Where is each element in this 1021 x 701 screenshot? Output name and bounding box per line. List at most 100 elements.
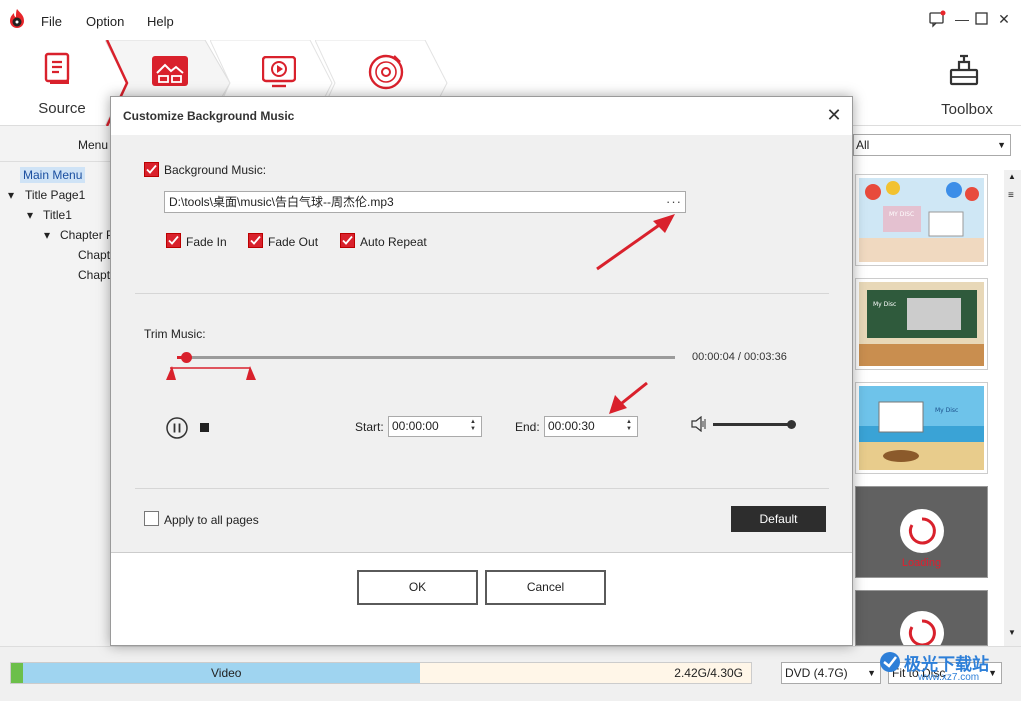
scroll-up-icon[interactable]: ▲: [1008, 172, 1016, 181]
ok-button[interactable]: OK: [357, 570, 478, 605]
music-file-path-value: D:\tools\桌面\music\告白气球--周杰伦.mp3: [169, 195, 394, 209]
pause-icon[interactable]: [166, 417, 188, 439]
cancel-button[interactable]: Cancel: [485, 570, 606, 605]
end-time-input[interactable]: 00:00:30 ▲ ▼: [544, 416, 638, 437]
check-icon: [146, 164, 157, 174]
start-label: Start:: [355, 420, 384, 434]
loading-spinner-icon: [900, 509, 944, 553]
feedback-icon[interactable]: [928, 10, 946, 28]
burn-icon: [368, 54, 404, 90]
default-button[interactable]: Default: [731, 506, 826, 532]
app-titlebar: File Option Help — ✕: [0, 0, 1021, 40]
template-filter-select[interactable]: All ▼: [853, 134, 1011, 156]
disc-type-value: DVD (4.7G): [785, 666, 848, 680]
menu-help[interactable]: Help: [147, 14, 174, 29]
start-time-value: 00:00:00: [392, 419, 439, 433]
toolbox-icon: [949, 54, 979, 86]
section-divider: [135, 488, 829, 489]
dialog-close-icon[interactable]: ✕: [825, 106, 843, 124]
annotation-arrow-icon: [609, 381, 648, 414]
window-close-icon[interactable]: ✕: [995, 10, 1013, 28]
template-loading-card: [855, 590, 988, 646]
chevron-down-icon: ▼: [997, 140, 1006, 150]
menu-tree-header-label: Menu: [78, 138, 109, 152]
chevron-down-icon: ▼: [867, 668, 876, 678]
source-icon: [44, 52, 70, 84]
watermark-logo-icon: [880, 652, 900, 672]
capacity-used-audio: [11, 663, 23, 683]
maximize-icon[interactable]: [973, 10, 991, 28]
time-readout: 00:00:04 / 00:03:36: [692, 351, 787, 363]
section-divider: [135, 293, 829, 294]
tree-item-title[interactable]: Title1: [43, 208, 72, 222]
menu-icon: [152, 56, 188, 86]
toolbox-label: Toolbox: [941, 101, 993, 118]
auto-repeat-checkbox[interactable]: [340, 233, 355, 248]
tree-item-chapter-sub[interactable]: Chapt: [78, 248, 110, 262]
template-thumb-classroom[interactable]: My Disc: [855, 278, 988, 370]
trim-timeline-track[interactable]: [177, 356, 675, 359]
classroom-thumbnail: My Disc: [859, 282, 984, 366]
template-panel: All ▼ MY DISC My Disc My Disc Loading ▲ …: [852, 126, 1021, 646]
annotation-arrow-icon: [596, 214, 675, 271]
template-thumb-birthday[interactable]: MY DISC: [855, 174, 988, 266]
thumbnail-text: My Disc: [873, 301, 896, 308]
check-icon: [250, 235, 261, 245]
fade-in-checkbox[interactable]: [166, 233, 181, 248]
birthday-thumbnail: MY DISC: [859, 178, 984, 262]
minimize-icon[interactable]: —: [953, 10, 971, 28]
background-music-dialog: Customize Background Music ✕ Background …: [110, 96, 853, 646]
template-thumb-beach[interactable]: My Disc: [855, 382, 988, 474]
auto-repeat-label: Auto Repeat: [360, 235, 427, 249]
tree-item-main-menu[interactable]: Main Menu: [20, 167, 86, 183]
fade-in-label: Fade In: [186, 235, 227, 249]
watermark-url: www.xz7.com: [918, 672, 980, 683]
end-label: End:: [515, 420, 540, 434]
template-scrollbar[interactable]: ▲ ≡ ▼: [1004, 170, 1021, 646]
end-time-value: 00:00:30: [548, 419, 595, 433]
dialog-footer: OK Cancel: [111, 552, 852, 645]
app-logo-icon: [10, 9, 24, 28]
volume-slider-knob[interactable]: [787, 420, 796, 429]
tree-expand-icon[interactable]: ▾: [27, 208, 33, 222]
capacity-size-label: 2.42G/4.30G: [674, 666, 743, 680]
toolbox-button[interactable]: Toolbox: [930, 40, 1010, 126]
loading-label: Loading: [901, 557, 942, 569]
dialog-title: Customize Background Music: [123, 109, 295, 123]
step-source-label: Source: [38, 100, 86, 117]
chevron-down-icon: ▼: [988, 668, 997, 678]
tree-item-chapter-sub[interactable]: Chapt: [78, 268, 110, 282]
trim-music-label: Trim Music:: [144, 327, 206, 341]
check-icon: [342, 235, 353, 245]
stop-icon[interactable]: [200, 423, 209, 432]
status-bar: Video 2.42G/4.30G DVD (4.7G) ▼ Fit to Di…: [0, 646, 1021, 701]
thumbnail-text: My Disc: [935, 407, 958, 414]
scroll-menu-icon[interactable]: ≡: [1008, 190, 1014, 201]
preview-icon: [262, 56, 296, 88]
apply-all-pages-checkbox[interactable]: [144, 511, 159, 526]
capacity-video-label: Video: [211, 666, 242, 680]
volume-slider-track[interactable]: [713, 423, 795, 426]
tree-expand-icon[interactable]: ▾: [44, 228, 50, 242]
thumbnail-text: MY DISC: [889, 211, 914, 218]
start-time-input[interactable]: 00:00:00 ▲ ▼: [388, 416, 482, 437]
apply-all-pages-label: Apply to all pages: [164, 513, 259, 527]
tree-item-chapter[interactable]: Chapter P: [60, 228, 114, 242]
menu-option[interactable]: Option: [86, 14, 124, 29]
menu-file[interactable]: File: [41, 14, 62, 29]
disc-capacity-bar: Video 2.42G/4.30G: [10, 662, 752, 684]
spinner-arrows-icon[interactable]: ▲ ▼: [626, 419, 632, 433]
template-filter-value: All: [856, 138, 870, 152]
tree-expand-icon[interactable]: ▾: [8, 188, 14, 202]
trim-range-markers: [166, 366, 256, 380]
background-music-checkbox[interactable]: [144, 162, 159, 177]
tree-item-title-page[interactable]: Title Page1: [25, 188, 85, 202]
volume-icon[interactable]: [691, 416, 709, 432]
fade-out-checkbox[interactable]: [248, 233, 263, 248]
dialog-titlebar: Customize Background Music ✕: [111, 97, 852, 135]
scroll-down-icon[interactable]: ▼: [1008, 628, 1016, 637]
background-music-label: Background Music:: [164, 163, 267, 177]
step-source[interactable]: Source: [0, 40, 110, 126]
disc-type-select[interactable]: DVD (4.7G) ▼: [781, 662, 881, 684]
spinner-arrows-icon[interactable]: ▲ ▼: [470, 419, 476, 433]
